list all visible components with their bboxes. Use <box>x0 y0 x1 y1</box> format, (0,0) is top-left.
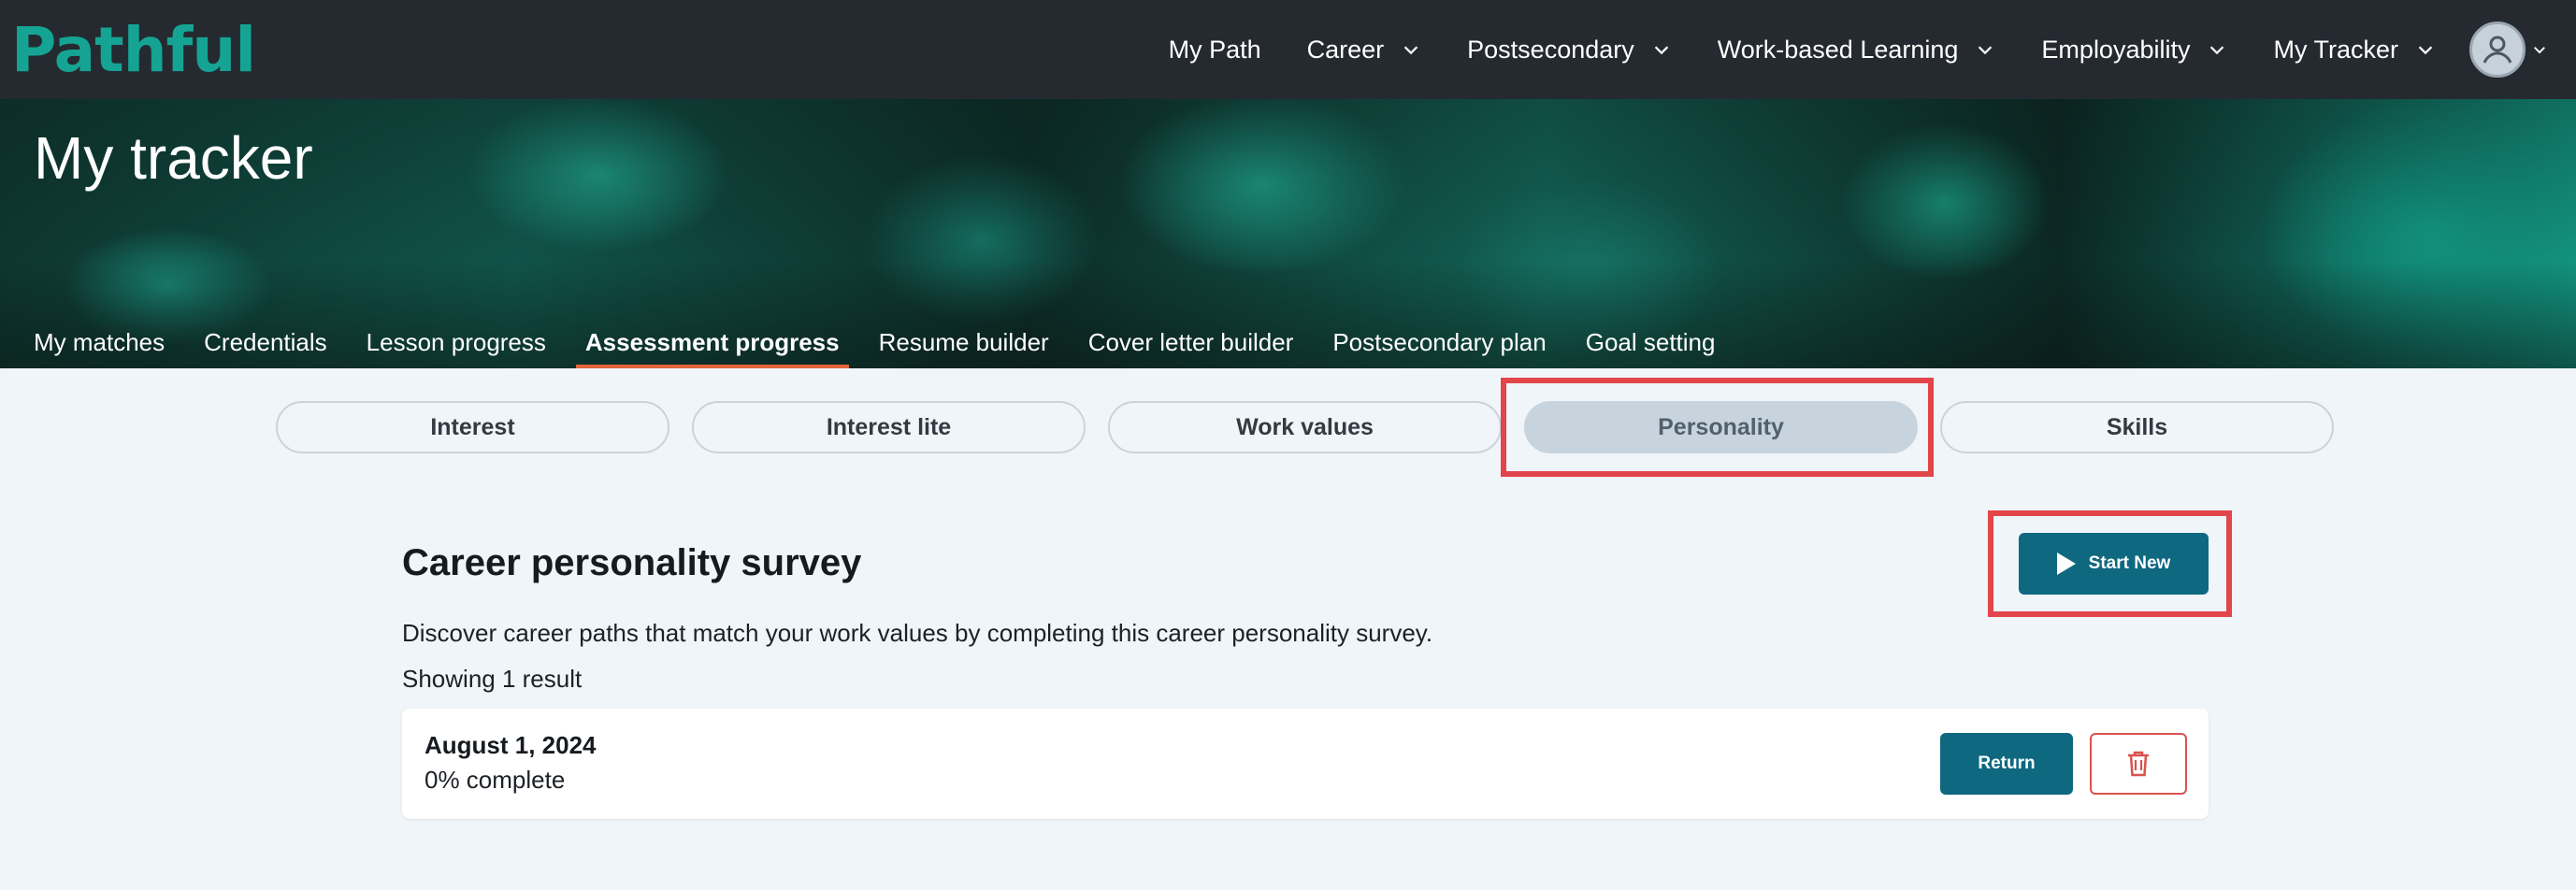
nav-my-path[interactable]: My Path <box>1169 36 1261 65</box>
result-date: August 1, 2024 <box>425 731 597 759</box>
nav-employability[interactable]: Employability <box>2041 36 2227 65</box>
page-title: My tracker <box>34 124 313 192</box>
nav-work-based-learning[interactable]: Work-based Learning <box>1718 36 1996 65</box>
chevron-down-icon <box>1654 46 1668 55</box>
chevron-down-icon <box>1403 46 1418 55</box>
pathful-logo[interactable]: Pathful <box>11 7 256 92</box>
pill-interest-lite[interactable]: Interest lite <box>692 401 1086 453</box>
top-navbar: Pathful My Path Career Postsecondary Wor… <box>0 0 2576 99</box>
chevron-down-icon <box>2534 47 2545 54</box>
nav-postsecondary[interactable]: Postsecondary <box>1467 36 1672 65</box>
tab-my-matches[interactable]: My matches <box>34 316 165 368</box>
chevron-down-icon <box>2210 46 2224 55</box>
result-count: Showing 1 result <box>402 665 583 693</box>
nav-work-based-learning-label: Work-based Learning <box>1717 35 1959 64</box>
nav-postsecondary-label: Postsecondary <box>1467 35 1634 64</box>
assessment-type-tabs: Interest Interest lite Work values Perso… <box>276 401 2334 453</box>
user-menu[interactable] <box>2469 22 2548 78</box>
tab-cover-letter-builder[interactable]: Cover letter builder <box>1088 316 1294 368</box>
user-circle-icon <box>2469 22 2526 78</box>
logo-text: Pathful <box>11 13 256 86</box>
return-button[interactable]: Return <box>1940 733 2073 795</box>
tab-assessment-progress[interactable]: Assessment progress <box>575 316 849 368</box>
pill-skills[interactable]: Skills <box>1940 401 2334 453</box>
chevron-down-icon <box>2418 46 2433 55</box>
tracker-tabs: My matches Credentials Lesson progress A… <box>0 316 2576 368</box>
nav-my-tracker-label: My Tracker <box>2273 35 2398 64</box>
chevron-down-icon <box>1979 46 1993 55</box>
survey-description: Discover career paths that match your wo… <box>402 619 1433 647</box>
highlight-personality <box>1501 378 1934 477</box>
tab-lesson-progress[interactable]: Lesson progress <box>367 316 546 368</box>
start-new-button[interactable]: Start New <box>2019 533 2209 595</box>
pill-interest[interactable]: Interest <box>276 401 669 453</box>
nav-career-label: Career <box>1306 35 1385 64</box>
hero-banner: My tracker My matches Credentials Lesson… <box>0 99 2576 368</box>
result-progress: 0% complete <box>425 766 566 794</box>
tab-goal-setting[interactable]: Goal setting <box>1586 316 1716 368</box>
tab-resume-builder[interactable]: Resume builder <box>879 316 1049 368</box>
main-menu: My Path Career Postsecondary Work-based … <box>1169 0 2576 99</box>
tab-postsecondary-plan[interactable]: Postsecondary plan <box>1332 316 1546 368</box>
nav-my-path-label: My Path <box>1168 35 1261 64</box>
result-card: August 1, 2024 0% complete Return <box>402 709 2209 819</box>
start-new-label: Start New <box>2088 553 2171 573</box>
trash-icon <box>2128 751 2149 777</box>
nav-employability-label: Employability <box>2041 35 2191 64</box>
survey-title: Career personality survey <box>402 542 862 583</box>
tab-credentials[interactable]: Credentials <box>204 316 327 368</box>
delete-button[interactable] <box>2090 733 2187 795</box>
play-icon <box>2056 553 2076 575</box>
nav-my-tracker[interactable]: My Tracker <box>2273 36 2436 65</box>
pill-work-values[interactable]: Work values <box>1108 401 1502 453</box>
nav-career[interactable]: Career <box>1307 36 1422 65</box>
